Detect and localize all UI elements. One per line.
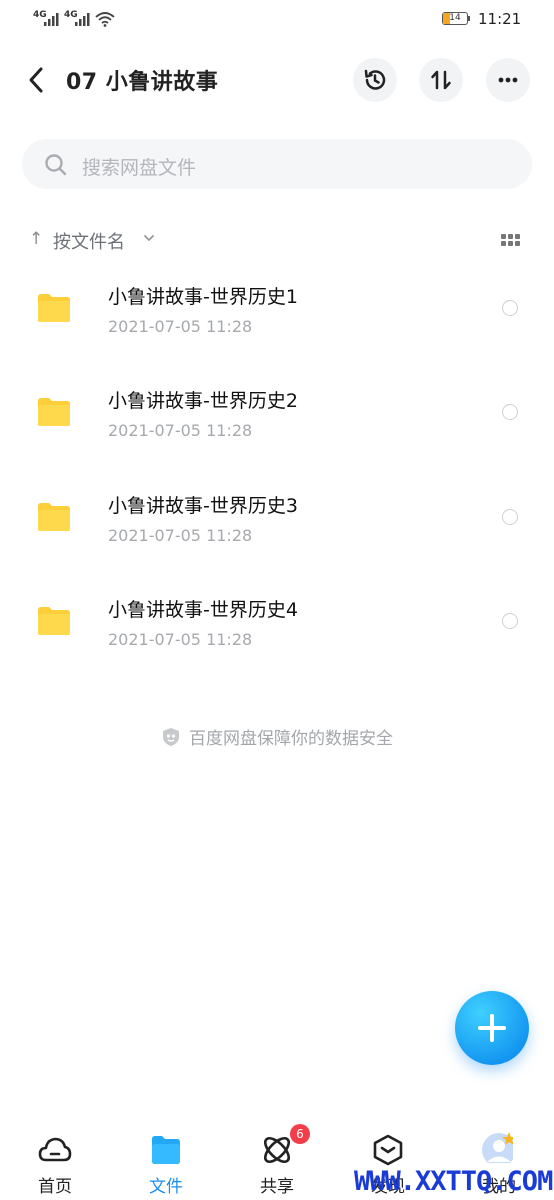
page-title: 07 小鲁讲故事 bbox=[66, 70, 219, 95]
add-button[interactable] bbox=[455, 991, 529, 1065]
transfer-icon bbox=[431, 70, 451, 90]
file-date: 2021-07-05 11:28 bbox=[108, 630, 253, 649]
file-name: 小鲁讲故事-世界历史4 bbox=[108, 599, 298, 621]
list-item[interactable]: 小鲁讲故事-世界历史1 2021-07-05 11:28 bbox=[0, 267, 554, 371]
list-item[interactable]: 小鲁讲故事-世界历史2 2021-07-05 11:28 bbox=[0, 371, 554, 475]
chevron-left-icon bbox=[29, 67, 43, 93]
share-orbit-icon bbox=[263, 1136, 291, 1164]
battery-icon: 14 bbox=[442, 12, 468, 25]
file-date: 2021-07-05 11:28 bbox=[108, 317, 253, 336]
folder-icon bbox=[152, 1136, 180, 1164]
select-radio[interactable] bbox=[502, 613, 518, 629]
share-badge: 6 bbox=[290, 1124, 310, 1144]
nav-share[interactable]: 共享 bbox=[222, 1115, 332, 1200]
wifi-icon bbox=[95, 12, 115, 27]
grid-view-icon[interactable] bbox=[501, 234, 521, 246]
file-name: 小鲁讲故事-世界历史1 bbox=[108, 286, 298, 308]
folder-icon bbox=[38, 398, 70, 426]
signal-bars-icon bbox=[44, 13, 59, 26]
nav-home-label: 首页 bbox=[38, 1177, 72, 1197]
select-radio[interactable] bbox=[502, 509, 518, 525]
file-name: 小鲁讲故事-世界历史3 bbox=[108, 495, 298, 517]
file-date: 2021-07-05 11:28 bbox=[108, 526, 253, 545]
nav-files-label: 文件 bbox=[149, 1177, 183, 1197]
more-button[interactable] bbox=[486, 58, 530, 102]
cloud-icon bbox=[38, 1137, 72, 1162]
folder-icon bbox=[38, 294, 70, 322]
select-radio[interactable] bbox=[502, 404, 518, 420]
folder-icon bbox=[38, 503, 70, 531]
security-note: 百度网盘保障你的数据安全 bbox=[0, 724, 554, 749]
search-icon bbox=[45, 154, 67, 176]
more-icon bbox=[498, 77, 518, 83]
list-item[interactable]: 小鲁讲故事-世界历史4 2021-07-05 11:28 bbox=[0, 580, 554, 684]
nav-share-label: 共享 bbox=[260, 1177, 294, 1197]
security-note-text: 百度网盘保障你的数据安全 bbox=[189, 729, 393, 749]
transfer-button[interactable] bbox=[419, 58, 463, 102]
sort-arrow-icon[interactable]: ↑ bbox=[29, 229, 43, 249]
nav-files[interactable]: 文件 bbox=[111, 1115, 221, 1200]
status-bar: 4G 4G 14 11:21 bbox=[0, 0, 554, 40]
file-date: 2021-07-05 11:28 bbox=[108, 421, 253, 440]
signal-bars-icon-2 bbox=[75, 13, 90, 26]
sort-by-name[interactable]: 按文件名 bbox=[53, 228, 125, 254]
nav-home[interactable]: 首页 bbox=[0, 1115, 110, 1200]
folder-icon bbox=[38, 607, 70, 635]
history-icon bbox=[364, 69, 386, 90]
discover-box-icon bbox=[373, 1134, 403, 1166]
file-name: 小鲁讲故事-世界历史2 bbox=[108, 390, 298, 412]
list-item[interactable]: 小鲁讲故事-世界历史3 2021-07-05 11:28 bbox=[0, 476, 554, 580]
shield-icon bbox=[163, 728, 179, 746]
history-button[interactable] bbox=[353, 58, 397, 102]
status-time: 11:21 bbox=[478, 10, 522, 28]
chevron-down-icon[interactable] bbox=[143, 233, 155, 243]
select-radio[interactable] bbox=[502, 300, 518, 316]
watermark: WWW.XXTTQ.COM bbox=[354, 1166, 553, 1197]
search-input[interactable]: 搜索网盘文件 bbox=[22, 139, 532, 189]
battery-tip bbox=[468, 16, 470, 21]
avatar-icon bbox=[482, 1132, 513, 1163]
back-button[interactable] bbox=[22, 62, 52, 98]
search-placeholder: 搜索网盘文件 bbox=[82, 157, 197, 179]
